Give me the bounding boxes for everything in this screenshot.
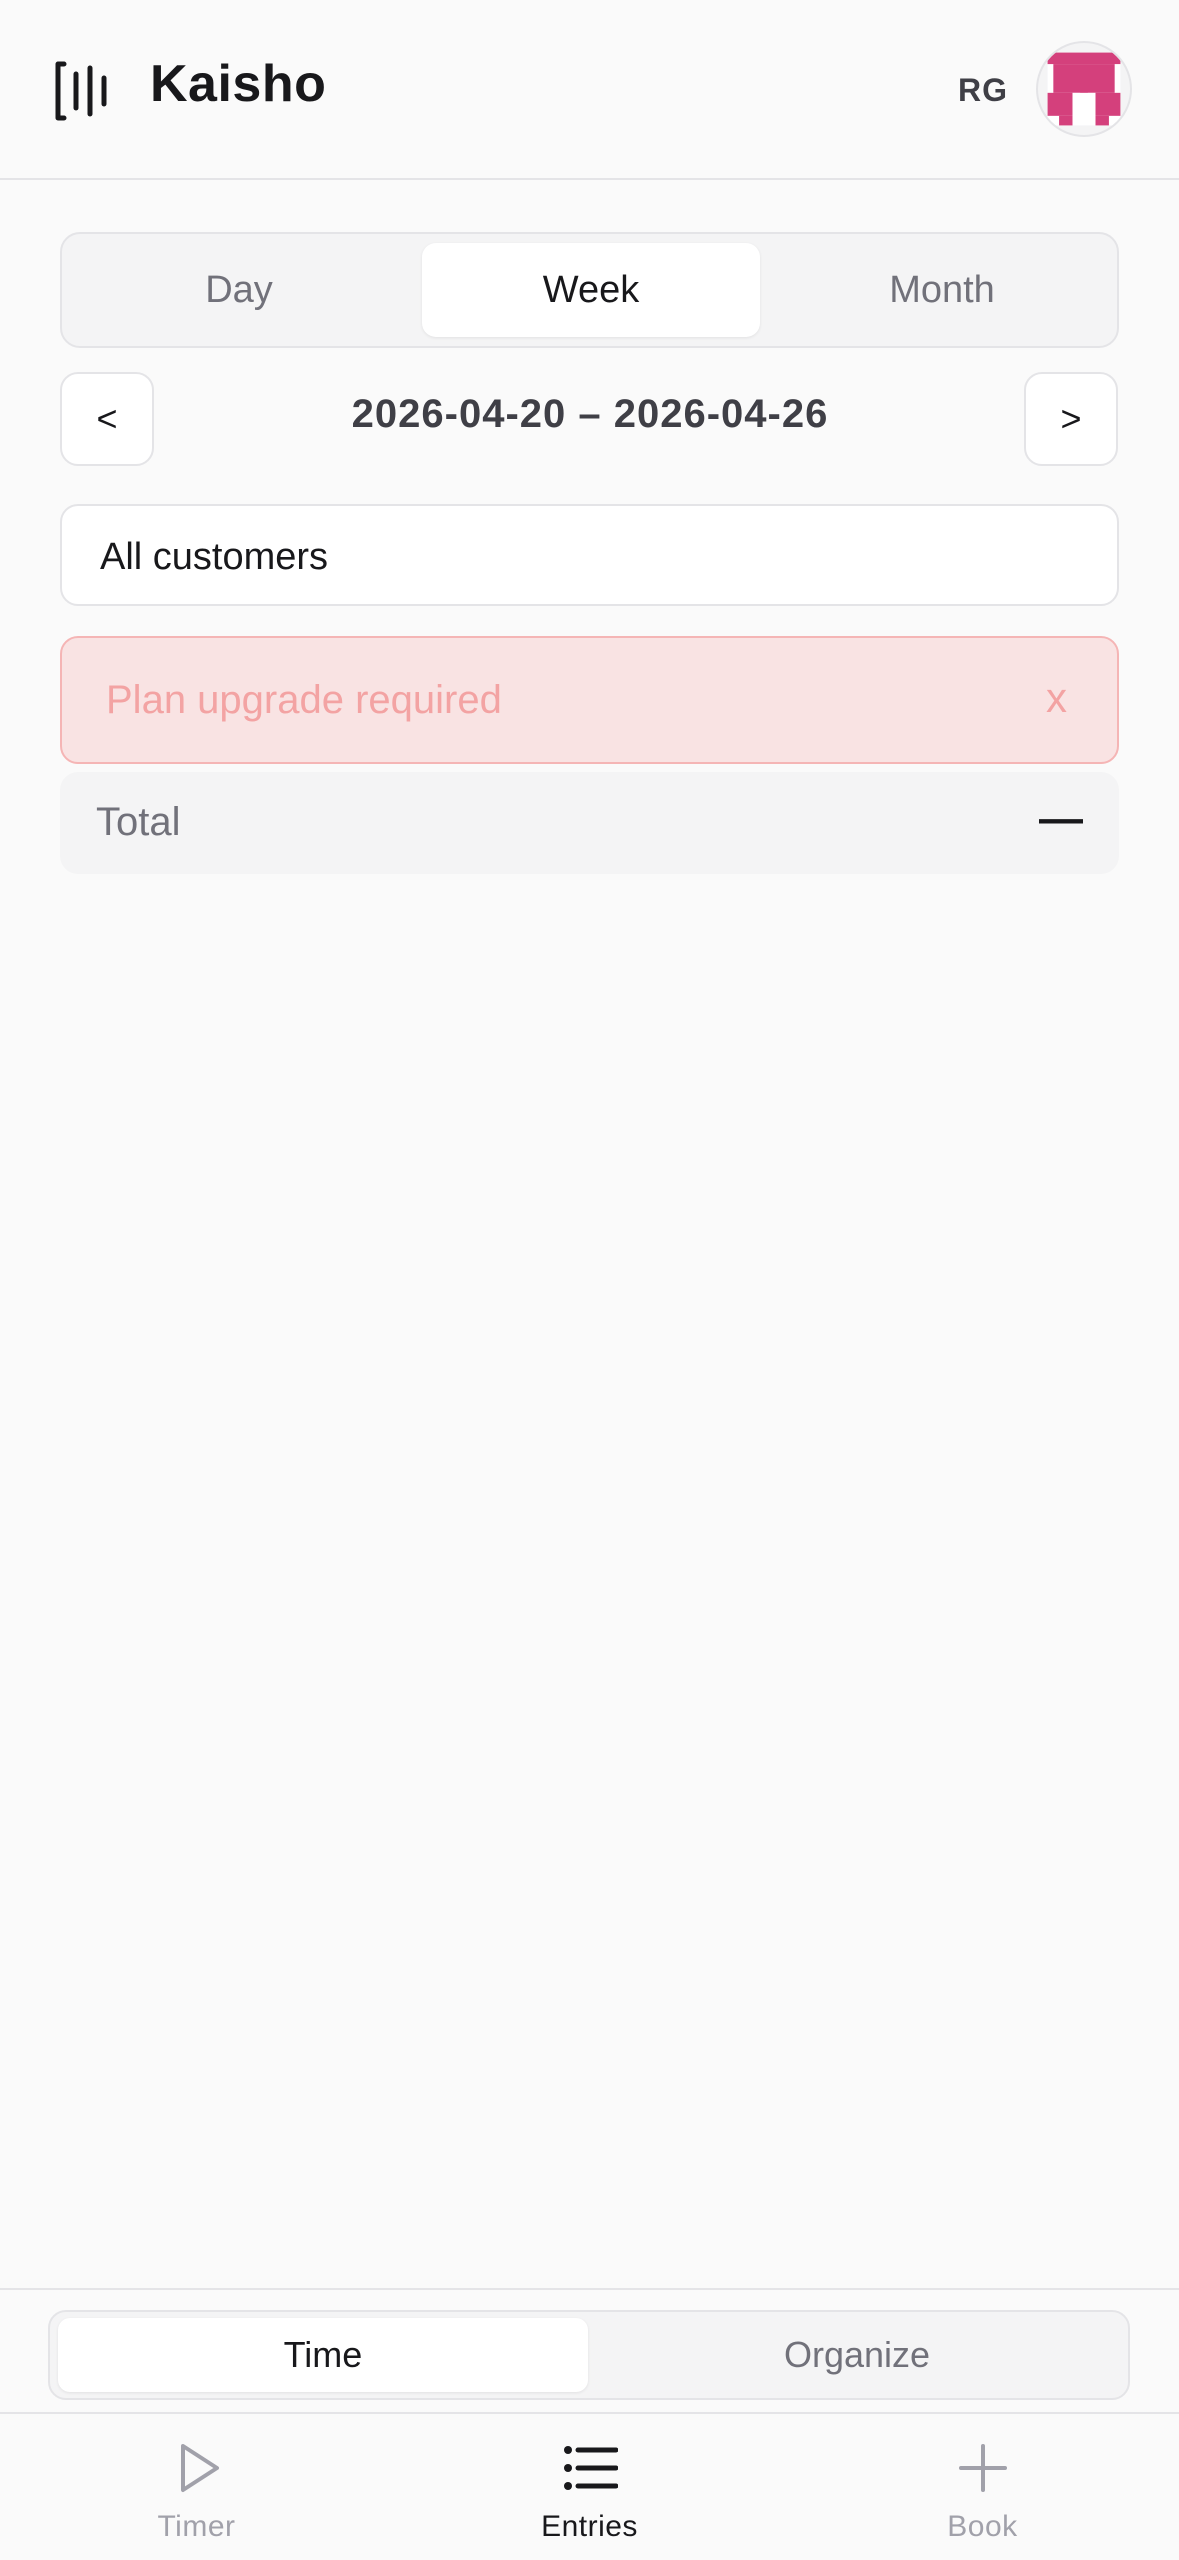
app-title: Kaisho (150, 55, 327, 113)
avatar[interactable] (1036, 41, 1132, 137)
tab-day[interactable]: Day (71, 243, 407, 337)
nav-entries-label: Entries (541, 2510, 638, 2543)
tab-time[interactable]: Time (58, 2318, 588, 2392)
bottom-area: Time Organize Timer Entries Book (0, 2288, 1179, 2556)
period-switcher: Day Week Month (60, 232, 1119, 348)
pixel-avatar-icon (1047, 52, 1121, 126)
nav-book-label: Book (947, 2510, 1018, 2543)
play-icon (180, 2444, 219, 2492)
alert-close-button[interactable]: x (1046, 674, 1067, 722)
next-period-button[interactable]: > (1024, 372, 1118, 466)
date-range-label: 2026-04-20 – 2026-04-26 (351, 392, 829, 436)
tab-week[interactable]: Week (422, 243, 760, 337)
alert-message: Plan upgrade required (106, 678, 502, 722)
list-icon (563, 2446, 618, 2490)
customer-filter-select[interactable]: All customers (60, 504, 1119, 606)
timeline-bars-icon[interactable] (54, 60, 110, 122)
previous-period-button[interactable]: < (60, 372, 154, 466)
mode-switcher: Time Organize (48, 2310, 1130, 2400)
plan-upgrade-alert: Plan upgrade required x (60, 636, 1119, 764)
customer-filter-value: All customers (100, 536, 329, 578)
nav-entries[interactable]: Entries (393, 2414, 786, 2560)
nav-timer-label: Timer (157, 2510, 236, 2543)
tab-month[interactable]: Month (774, 243, 1110, 337)
total-value: — (1039, 794, 1083, 843)
bottom-nav: Timer Entries Book (0, 2412, 1179, 2558)
plus-icon (958, 2444, 1007, 2492)
total-label: Total (96, 800, 181, 844)
nav-book[interactable]: Book (786, 2414, 1179, 2560)
tab-organize[interactable]: Organize (592, 2318, 1122, 2392)
total-row: Total — (60, 772, 1119, 874)
app-header: Kaisho RG (0, 0, 1179, 180)
user-initials[interactable]: RG (958, 72, 1008, 109)
nav-timer[interactable]: Timer (0, 2414, 393, 2560)
